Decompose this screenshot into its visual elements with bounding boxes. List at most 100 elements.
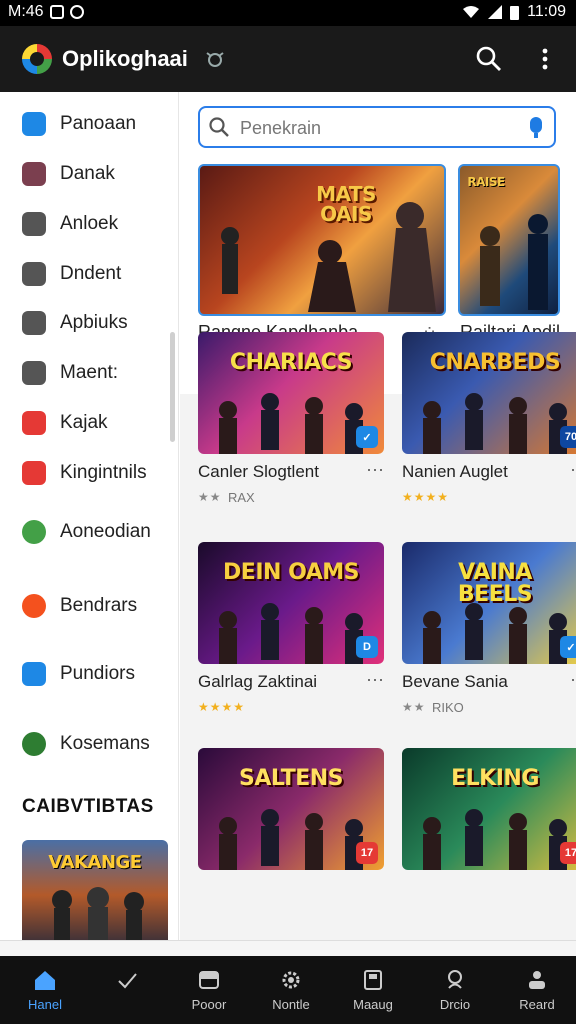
app-card-figure-body <box>509 414 527 454</box>
app-card-figure-head <box>509 607 527 625</box>
app-card-more-icon[interactable]: ⋯ <box>570 670 576 691</box>
inbox-icon <box>364 970 382 990</box>
bottom-nav-item-3[interactable]: Nontle <box>250 956 332 1024</box>
app-card-figure-head <box>509 813 527 831</box>
sidebar-item-3[interactable]: Dndent <box>22 262 121 286</box>
app-card-title[interactable]: Galrlag Zaktinai <box>198 672 317 692</box>
app-card-image[interactable]: CNARBEDS 70 <box>402 332 576 454</box>
app-card-badge: ✓ <box>560 636 576 658</box>
diamond-icon <box>22 732 46 756</box>
sidebar-item-7[interactable]: Kingintnils <box>22 461 147 485</box>
bottom-nav-item-4[interactable]: Maaug <box>332 956 414 1024</box>
bottom-nav-item-5[interactable]: Drcio <box>414 956 496 1024</box>
app-card-figure-head <box>305 813 323 831</box>
app-card-figure-head <box>261 393 279 411</box>
app-card-title[interactable]: Bevane Sania <box>402 672 508 692</box>
sidebar-item-label: Danak <box>60 163 115 184</box>
app-card-badge: D <box>356 636 378 658</box>
app-card-figure-head <box>509 397 527 415</box>
featured-art-figures-2 <box>480 214 548 310</box>
app-card-more-icon[interactable]: ⋯ <box>366 670 384 691</box>
app-card-figure-body <box>261 826 279 866</box>
store-icon <box>22 461 46 485</box>
app-card-figure-head <box>549 819 567 837</box>
status-text: M:46 <box>8 3 44 20</box>
status-left: M:46 <box>8 3 84 21</box>
sidebar-item-10[interactable]: Pundiors <box>22 662 135 686</box>
sidebar-item-label: Maent: <box>60 362 119 383</box>
app-card-image[interactable]: VAINA BEELS ✓ <box>402 542 576 664</box>
app-card-figure-body <box>261 410 279 450</box>
tag-icon <box>22 112 46 136</box>
sidebar-item-6[interactable]: Kajak <box>22 411 108 435</box>
bottom-nav-label: Pooor <box>191 997 227 1012</box>
app-card-figure-head <box>549 613 567 631</box>
featured-card-1[interactable]: MATS OAIS <box>198 164 446 316</box>
home-icon <box>35 971 55 990</box>
app-card-image[interactable]: DEIN OAMS D <box>198 542 384 664</box>
bottom-nav-item-0[interactable]: Hanel <box>4 956 86 1024</box>
app-card-figure-body <box>509 624 527 664</box>
app-card-figures <box>423 809 567 870</box>
app-card-image[interactable]: ELKING 17 <box>402 748 576 870</box>
sidebar-item-0[interactable]: Panoaan <box>22 112 136 136</box>
bottom-nav-item-2[interactable]: Pooor <box>168 956 250 1024</box>
sidebar-item-label: Panoaan <box>60 113 137 134</box>
app-card-image[interactable]: SALTENS 17 <box>198 748 384 870</box>
app-card-title[interactable]: Canler Slogtlent <box>198 462 319 482</box>
app-card-figure-body <box>423 628 441 664</box>
briefcase-icon <box>22 311 46 335</box>
leaf-icon <box>22 520 46 544</box>
app-card-badge: 17 <box>356 842 378 864</box>
check-icon <box>118 973 137 989</box>
sidebar-item-4[interactable]: Apbiuks <box>22 311 128 335</box>
sidebar-item-5[interactable]: Maent: <box>22 361 118 385</box>
bottom-nav-item-1[interactable] <box>86 956 168 1024</box>
app-card-figure-head <box>465 393 483 411</box>
status-bar: M:46 11:09 <box>0 0 576 26</box>
robot-icon[interactable] <box>204 50 226 70</box>
sidebar-item-2[interactable]: Anloek <box>22 212 118 236</box>
sidebar-item-label: Kosemans <box>60 733 150 754</box>
app-card-more-icon[interactable]: ⋯ <box>570 460 576 481</box>
wifi-icon <box>463 6 480 18</box>
account-icon <box>529 971 545 989</box>
mic-icon[interactable] <box>528 117 544 139</box>
sidebar-thumbnail-figures <box>52 887 144 940</box>
app-card-figures <box>423 603 567 664</box>
app-card-more-icon[interactable]: ⋯ <box>366 460 384 481</box>
sidebar-section-title: CAIBVTIBTAS <box>22 796 154 817</box>
signal-icon <box>488 5 503 19</box>
sidebar-thumbnail[interactable]: VAKANGE <box>22 840 168 940</box>
app-notification-icon <box>69 5 84 19</box>
search-input[interactable]: Penekrain <box>240 118 321 139</box>
app-card-rating: ★★★★ <box>198 700 246 714</box>
app-card-figure-body <box>465 620 483 660</box>
app-card-figure-head <box>219 401 237 419</box>
featured-card-2[interactable]: RAISE <box>458 164 560 316</box>
bottom-nav-item-6[interactable]: Reard <box>496 956 576 1024</box>
sidebar-item-9[interactable]: Bendrars <box>22 594 137 618</box>
app-card-image[interactable]: CHARIACS ✓ <box>198 332 384 454</box>
flag-icon <box>22 594 46 618</box>
search-icon[interactable] <box>474 44 504 74</box>
sidebar-scrollbar[interactable] <box>170 332 175 442</box>
sidebar-item-1[interactable]: Danak <box>22 162 115 186</box>
sidebar-item-label: Apbiuks <box>60 312 128 333</box>
search-field-icon <box>209 117 229 137</box>
sidebar-item-8[interactable]: Aoneodian <box>22 520 151 544</box>
bottom-nav-label: Reard <box>519 997 555 1012</box>
app-card-figure-body <box>509 830 527 870</box>
app-card-figure-body <box>423 418 441 454</box>
app-title: Oplikoghaai <box>62 46 188 71</box>
app-card-figure-head <box>261 809 279 827</box>
app-card-figure-head <box>345 403 363 421</box>
search-bar[interactable]: Penekrain <box>198 106 556 148</box>
more-options-icon[interactable] <box>530 44 560 74</box>
person-icon <box>448 970 462 989</box>
app-card-title[interactable]: Nanien Auglet <box>402 462 508 482</box>
bottom-nav-label: Maaug <box>353 997 393 1012</box>
app-card-badge: ✓ <box>356 426 378 448</box>
sidebar-item-11[interactable]: Kosemans <box>22 732 150 756</box>
status-time: 11:09 <box>527 3 566 20</box>
